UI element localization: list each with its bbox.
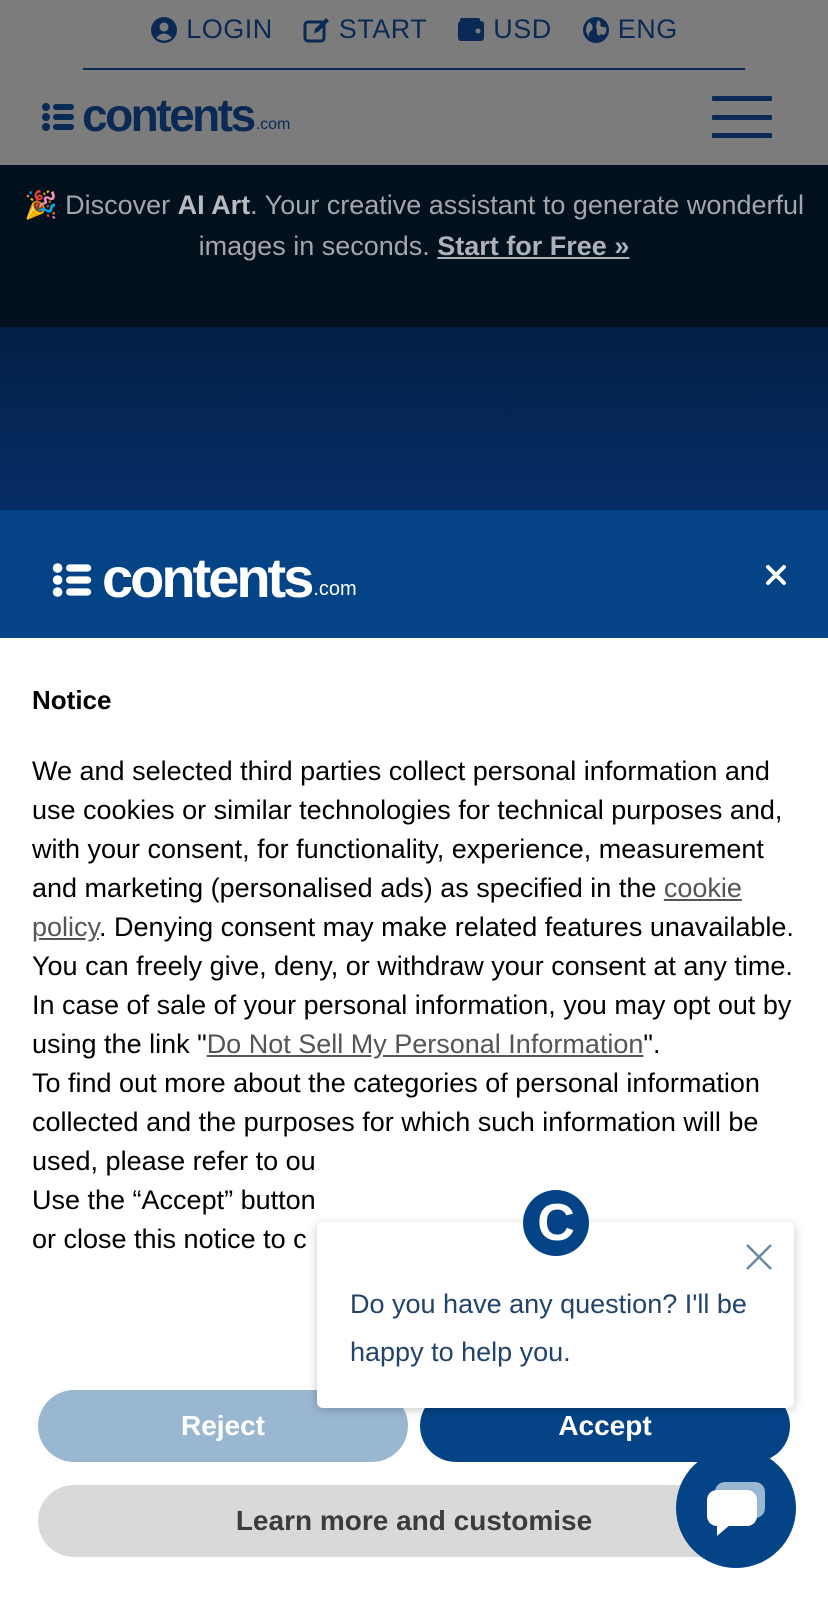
menu-icon[interactable] [712,96,772,138]
notice-text: . Denying consent may make related featu… [99,912,794,942]
promo-highlight: AI Art [177,190,251,220]
chat-agent-avatar: C [523,1190,589,1256]
language-label: ENG [617,14,678,44]
notice-text: ". [643,1029,661,1059]
party-emoji: 🎉 [23,190,58,220]
login-label: LOGIN [186,14,273,44]
logo-wordmark: contents [82,89,256,141]
currency-selector[interactable]: USD [457,14,552,45]
website-background: LOGIN START USD ENG contents .com 🎉 Disc [0,0,828,510]
login-link[interactable]: LOGIN [150,14,273,45]
consent-notice: Notice We and selected third parties col… [32,685,802,1259]
notice-body: We and selected third parties collect pe… [32,752,802,1259]
hero-section [0,327,828,510]
globe-icon [582,16,609,43]
notice-paragraph: We and selected third parties collect pe… [32,752,802,947]
notice-title: Notice [32,685,112,715]
chat-message: Do you have any question? I'll be happy … [350,1289,747,1367]
wallet-icon [458,17,485,41]
start-for-free-link[interactable]: Start for Free » [437,231,629,261]
do-not-sell-link[interactable]: Do Not Sell My Personal Information [207,1029,644,1059]
notice-paragraph: In case of sale of your personal informa… [32,986,802,1064]
chat-launcher-button[interactable] [676,1448,796,1568]
site-header: LOGIN START USD ENG contents .com [0,0,828,165]
site-logo[interactable]: contents .com [42,92,290,138]
logo-tld: .com [313,578,357,600]
notice-paragraph: Use the “Accept” button [32,1185,316,1215]
consent-header: contents .com [0,510,828,638]
start-link[interactable]: START [303,14,428,45]
consent-logo: contents .com [52,550,357,606]
avatar-letter: C [537,1194,575,1252]
notice-paragraph: To find out more about the categories of… [32,1068,760,1176]
top-nav: LOGIN START USD ENG [0,14,828,45]
logo-wordmark: contents [102,546,314,609]
language-selector[interactable]: ENG [582,14,678,45]
divider [83,68,745,70]
currency-label: USD [493,14,552,44]
promo-banner: 🎉 Discover AI Art. Your creative assista… [0,165,828,327]
close-icon[interactable] [764,563,788,587]
start-label: START [338,14,428,44]
logo-tld: .com [255,116,291,133]
close-icon[interactable] [744,1242,774,1272]
list-bullets-icon [42,103,74,131]
user-circle-icon [151,16,178,43]
notice-paragraph: You can freely give, deny, or withdraw y… [32,951,793,981]
chat-icon [707,1482,765,1536]
promo-prefix: Discover [65,190,178,220]
edit-icon [303,17,329,42]
list-bullets-icon [52,563,92,597]
